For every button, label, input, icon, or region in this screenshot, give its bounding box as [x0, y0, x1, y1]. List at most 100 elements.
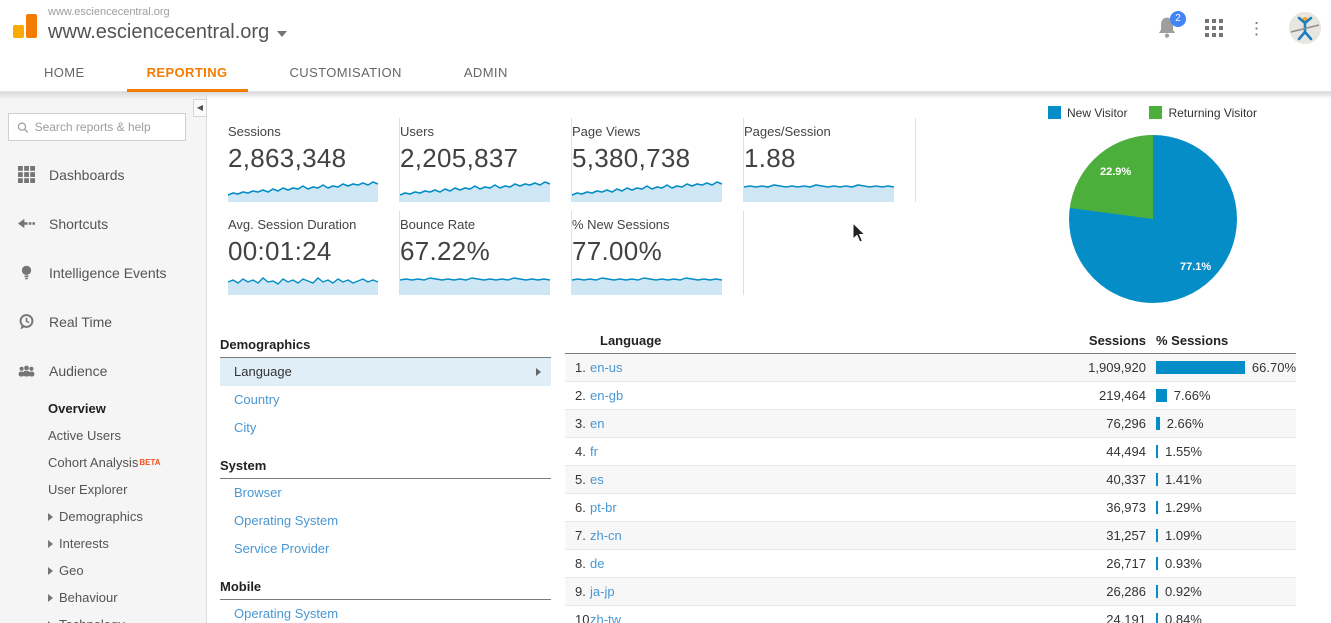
table-row: 5. es 40,337 1.41%	[565, 466, 1296, 494]
sessions-value: 31,257	[1026, 522, 1146, 550]
apps-grid-icon[interactable]	[1204, 18, 1224, 38]
language-link[interactable]: en	[590, 410, 1026, 438]
sidebar-item-active-users[interactable]: Active Users	[0, 422, 207, 449]
sidebar-item-technology[interactable]: Technology	[0, 611, 207, 623]
sidebar-item-shortcuts[interactable]: Shortcuts	[0, 199, 207, 248]
profile-url: www.esciencecentral.org	[48, 6, 170, 18]
sidebar-item-dashboards[interactable]: Dashboards	[0, 150, 207, 199]
pct-value: 1.29%	[1165, 494, 1202, 522]
language-link[interactable]: en-us	[590, 354, 1026, 382]
pct-value: 1.55%	[1165, 438, 1202, 466]
sidebar-item-intelligence-events[interactable]: Intelligence Events	[0, 248, 207, 297]
sidebar-item-behaviour[interactable]: Behaviour	[0, 584, 207, 611]
pct-value: 1.41%	[1165, 466, 1202, 494]
sidebar-item-geo[interactable]: Geo	[0, 557, 207, 584]
sessions-value: 219,464	[1026, 382, 1146, 410]
main-nav: HOME REPORTING CUSTOMISATION ADMIN	[0, 56, 1331, 92]
sidebar-item-label: Intelligence Events	[49, 265, 167, 281]
row-rank: 9.	[565, 578, 590, 606]
panel-link-mobile-operating-system[interactable]: Operating System	[220, 600, 551, 623]
metric-label: Page Views	[572, 124, 743, 139]
sidebar-collapse-button[interactable]: ◀	[193, 99, 207, 117]
panel-section-mobile: Mobile	[220, 575, 551, 600]
language-link[interactable]: en-gb	[590, 382, 1026, 410]
panel-link-browser[interactable]: Browser	[220, 479, 551, 507]
avatar[interactable]	[1289, 12, 1321, 44]
pct-value: 2.66%	[1167, 410, 1204, 438]
notifications-button[interactable]: 2	[1156, 15, 1180, 41]
panel-link-service-provider[interactable]: Service Provider	[220, 535, 551, 563]
panel-link-country[interactable]: Country	[220, 386, 551, 414]
panel-link-label: Browser	[234, 479, 282, 507]
sidebar-item-real-time[interactable]: Real Time	[0, 297, 207, 346]
language-link[interactable]: zh-cn	[590, 522, 1026, 550]
sessions-value: 40,337	[1026, 466, 1146, 494]
pct-bar	[1156, 585, 1158, 598]
search-box	[8, 113, 186, 141]
sidebar-child-label: Technology	[59, 611, 125, 623]
legend-swatch-returning-visitor	[1149, 106, 1162, 119]
tab-admin[interactable]: ADMIN	[444, 56, 528, 92]
chevron-down-icon	[277, 31, 287, 37]
metric-label: % New Sessions	[572, 217, 743, 232]
sidebar-item-label: Shortcuts	[49, 216, 108, 232]
metric-sessions: Sessions 2,863,348	[228, 118, 400, 202]
language-link[interactable]: de	[590, 550, 1026, 578]
sidebar-item-audience[interactable]: Audience	[0, 346, 207, 395]
metric-users: Users 2,205,837	[400, 118, 572, 202]
account-selector[interactable]: www.esciencecentral.org	[48, 21, 287, 44]
metrics-row-1: Sessions 2,863,348 Users 2,205,837 Page …	[228, 118, 916, 202]
new-sessions-sparkline	[572, 269, 722, 295]
language-link[interactable]: pt-br	[590, 494, 1026, 522]
pct-value: 7.66%	[1174, 382, 1211, 410]
panel-link-language[interactable]: Language	[220, 358, 551, 386]
metric-label: Pages/Session	[744, 124, 915, 139]
visitors-pie-chart	[1069, 135, 1237, 303]
search-input[interactable]	[35, 120, 177, 134]
pct-bar	[1156, 445, 1158, 458]
language-link[interactable]: ja-jp	[590, 578, 1026, 606]
metric-label: Avg. Session Duration	[228, 217, 399, 232]
sidebar-item-demographics[interactable]: Demographics	[0, 503, 207, 530]
language-link[interactable]: es	[590, 466, 1026, 494]
tab-customisation[interactable]: CUSTOMISATION	[270, 56, 422, 92]
sidebar-item-cohort-analysis[interactable]: Cohort AnalysisBETA	[0, 449, 207, 476]
sessions-sparkline	[228, 176, 378, 202]
panel-link-label: Service Provider	[234, 535, 329, 563]
dimensions-panel: Demographics Language Country City Syste…	[220, 333, 551, 623]
pct-value: 66.70%	[1252, 354, 1296, 382]
pct-bar	[1156, 557, 1158, 570]
sessions-value: 26,286	[1026, 578, 1146, 606]
panel-link-label: Operating System	[234, 600, 338, 623]
beta-badge: BETA	[139, 449, 160, 476]
table-row: 1. en-us 1,909,920 66.70%	[565, 354, 1296, 382]
tab-reporting[interactable]: REPORTING	[127, 56, 248, 92]
avg-session-duration-sparkline	[228, 269, 378, 295]
language-table: Language Sessions % Sessions 1. en-us 1,…	[565, 333, 1296, 623]
language-link[interactable]: fr	[590, 438, 1026, 466]
pie-slice-label-returning: 22.9%	[1100, 166, 1131, 178]
row-rank: 4.	[565, 438, 590, 466]
sessions-value: 24,191	[1026, 606, 1146, 623]
users-sparkline	[400, 176, 550, 202]
table-row: 9. ja-jp 26,286 0.92%	[565, 578, 1296, 606]
expand-arrow-icon	[48, 567, 53, 575]
pct-bar	[1156, 613, 1158, 623]
tab-home[interactable]: HOME	[24, 56, 105, 92]
sidebar-item-overview[interactable]: Overview	[0, 395, 207, 422]
legend-label: Returning Visitor	[1168, 106, 1257, 120]
panel-link-operating-system[interactable]: Operating System	[220, 507, 551, 535]
language-link[interactable]: zh-tw	[590, 606, 1026, 623]
sidebar-item-user-explorer[interactable]: User Explorer	[0, 476, 207, 503]
sidebar-item-interests[interactable]: Interests	[0, 530, 207, 557]
pie-slice-label-new: 77.1%	[1180, 261, 1211, 273]
panel-link-city[interactable]: City	[220, 414, 551, 442]
clock-icon	[18, 313, 35, 330]
row-rank: 7.	[565, 522, 590, 550]
sidebar-child-label: User Explorer	[48, 476, 127, 503]
search-icon	[17, 121, 29, 134]
table-header: Language Sessions % Sessions	[565, 333, 1296, 354]
more-menu-icon[interactable]: ⋮	[1248, 20, 1265, 37]
table-row: 7. zh-cn 31,257 1.09%	[565, 522, 1296, 550]
expand-arrow-icon	[48, 513, 53, 521]
